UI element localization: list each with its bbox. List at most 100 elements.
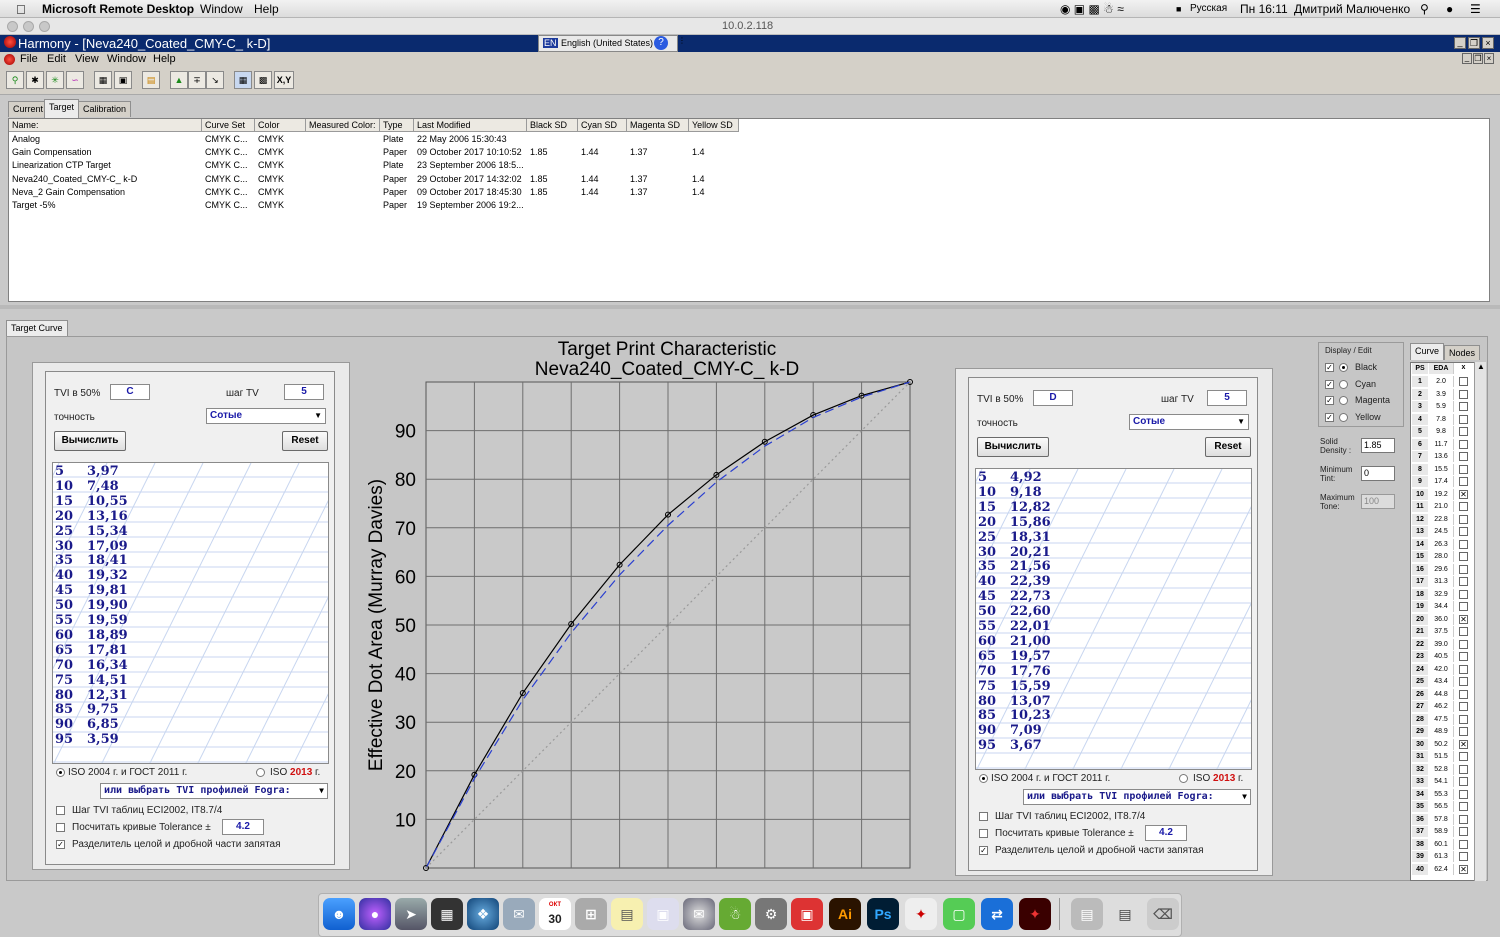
spotlight-icon[interactable]: ⚲	[1420, 2, 1429, 16]
launchpad-icon[interactable]: ➤	[395, 898, 427, 930]
tvi-values-list[interactable]: 5 4,92 10 9,18 15 12,82 20 15,86 25 18,31 30 20,21 3…	[975, 468, 1252, 770]
precision-select[interactable]: Сотые ▼	[1129, 414, 1249, 430]
illustrator-icon[interactable]: Ai	[829, 898, 861, 930]
grid-view-icon[interactable]: ▩	[254, 71, 272, 89]
menu-view[interactable]: View	[75, 53, 99, 65]
display-item-yellow[interactable]: ✓ Yellow	[1325, 411, 1401, 425]
thunderbird-icon[interactable]: ✉	[683, 898, 715, 930]
save-icon[interactable]: ▣	[114, 71, 132, 89]
display-checkbox[interactable]: ✓	[1325, 379, 1334, 389]
acrobat-reader-icon[interactable]: ✦	[1019, 898, 1051, 930]
node-fixed-checkbox[interactable]	[1459, 852, 1468, 861]
preview-document-icon[interactable]: ▤	[1071, 898, 1103, 930]
curve-icon[interactable]: ∽	[66, 71, 84, 89]
node-fixed-checkbox[interactable]	[1459, 764, 1468, 774]
node-fixed-checkbox[interactable]	[1459, 377, 1468, 386]
tab-nodes[interactable]: Nodes	[1444, 345, 1481, 360]
document-icon[interactable]	[4, 54, 15, 65]
tab-target-curve[interactable]: Target Curve	[6, 320, 68, 337]
node-fixed-checkbox[interactable]	[1459, 539, 1468, 549]
node-fixed-checkbox[interactable]	[1459, 414, 1468, 424]
preview-icon[interactable]: ▣	[647, 898, 679, 930]
column-header[interactable]: Last Modified	[414, 119, 527, 132]
mission-control-icon[interactable]: ▦	[431, 898, 463, 930]
node-fixed-checkbox[interactable]	[1459, 814, 1468, 824]
node-fixed-checkbox[interactable]	[1459, 564, 1468, 574]
remote-desktop-icon[interactable]: ▣	[791, 898, 823, 930]
column-header[interactable]: Yellow SD	[689, 119, 739, 132]
key-icon[interactable]: ⚲	[6, 71, 24, 89]
splitter[interactable]	[0, 305, 1500, 309]
edit-radio[interactable]	[1339, 379, 1348, 389]
display-item-cyan[interactable]: ✓ Cyan	[1325, 378, 1401, 392]
help-icon[interactable]: ?	[654, 36, 668, 50]
node-fixed-checkbox[interactable]	[1459, 652, 1468, 661]
user-name[interactable]: Дмитрий Малюченко	[1294, 2, 1410, 16]
display-item-magenta[interactable]: ✓ Magenta	[1325, 394, 1401, 408]
node-fixed-checkbox[interactable]	[1459, 664, 1468, 674]
asterisk-icon[interactable]: ✳	[46, 71, 64, 89]
siri-app-icon[interactable]: ●	[359, 898, 391, 930]
menu-help[interactable]: Help	[254, 2, 279, 16]
close-icon[interactable]: ×	[1482, 37, 1494, 49]
open-folder-icon[interactable]: ▦	[94, 71, 112, 89]
cyberduck-icon[interactable]: ☃	[719, 898, 751, 930]
step-input[interactable]: 5	[284, 384, 324, 400]
table-row[interactable]: Linearization CTP Target CMYK C... CMYK Pla…	[9, 159, 1489, 172]
tab-curve[interactable]: Curve	[1410, 343, 1445, 360]
column-header[interactable]: Curve Set	[202, 119, 255, 132]
table-view-icon[interactable]: ▦	[234, 71, 252, 89]
node-fixed-checkbox[interactable]	[1459, 639, 1468, 649]
node-fixed-checkbox[interactable]	[1459, 589, 1468, 599]
iso2013-radio[interactable]	[256, 768, 265, 777]
scale-curve-icon[interactable]: ↘	[206, 71, 224, 89]
edit-radio[interactable]	[1339, 363, 1348, 372]
node-fixed-checkbox[interactable]	[1459, 689, 1468, 699]
fogra-select[interactable]: или выбрать TVI профилей Fogra: ▼	[100, 783, 328, 799]
fogra-select[interactable]: или выбрать TVI профилей Fogra: ▼	[1023, 789, 1251, 805]
display-checkbox[interactable]: ✓	[1325, 396, 1334, 405]
display-item-black[interactable]: ✓ Black	[1325, 361, 1401, 375]
finder-icon[interactable]: ☻	[323, 898, 355, 930]
acrobat-icon[interactable]: ✦	[905, 898, 937, 930]
node-fixed-checkbox[interactable]: ✕	[1459, 739, 1468, 749]
node-fixed-checkbox[interactable]	[1459, 452, 1468, 461]
apple-icon[interactable]: 	[16, 2, 26, 17]
calculate-button[interactable]: Вычислить	[54, 431, 126, 451]
comma-checkbox[interactable]: ✓	[56, 840, 65, 849]
window-minimize-button[interactable]	[23, 21, 34, 32]
column-header[interactable]: Color	[255, 119, 306, 132]
restore-icon[interactable]: ❐	[1468, 37, 1480, 49]
node-fixed-checkbox[interactable]	[1459, 514, 1468, 524]
tab-current[interactable]: Current	[8, 101, 49, 117]
calculator-icon[interactable]: ⊞	[575, 898, 607, 930]
node-fixed-checkbox[interactable]	[1459, 552, 1468, 561]
node-fixed-checkbox[interactable]	[1459, 714, 1468, 724]
column-header[interactable]: Name:	[9, 119, 202, 132]
input-language[interactable]: Русская	[1190, 3, 1227, 14]
node-fixed-checkbox[interactable]	[1459, 789, 1468, 799]
tolerance-checkbox[interactable]	[56, 823, 65, 832]
table-row[interactable]: Neva240_Coated_CMY-C_ k-D CMYK C... CMYK Pa…	[9, 173, 1489, 186]
nodes-scrollbar[interactable]: ▲	[1474, 362, 1486, 881]
table-row[interactable]: Target -5% CMYK C... CMYK Paper 19 September…	[9, 199, 1489, 212]
node-fixed-checkbox[interactable]: ✕	[1459, 614, 1468, 624]
cube-app-icon[interactable]: ▢	[943, 898, 975, 930]
node-fixed-checkbox[interactable]	[1459, 702, 1468, 711]
window-close-button[interactable]	[7, 21, 18, 32]
eci-checkbox[interactable]	[56, 806, 65, 815]
column-header[interactable]: Magenta SD	[627, 119, 689, 132]
node-fixed-checkbox[interactable]	[1459, 777, 1468, 786]
triangle-up-icon[interactable]: ▲	[170, 71, 188, 89]
tolerance-input[interactable]: 4.2	[222, 819, 264, 835]
node-fixed-checkbox[interactable]: ✕	[1459, 489, 1468, 499]
iso2004-radio[interactable]	[56, 768, 65, 777]
menu-edit[interactable]: Edit	[47, 53, 66, 65]
calculate-button[interactable]: Вычислить	[977, 437, 1049, 457]
node-fixed-checkbox[interactable]	[1459, 627, 1468, 636]
safari-icon[interactable]: ❖	[467, 898, 499, 930]
min-tint-input[interactable]: 0	[1361, 466, 1395, 481]
node-fixed-checkbox[interactable]	[1459, 752, 1468, 761]
tolerance-checkbox[interactable]	[979, 829, 988, 838]
table-row[interactable]: Gain Compensation CMYK C... CMYK Paper 09 Oc…	[9, 146, 1489, 159]
